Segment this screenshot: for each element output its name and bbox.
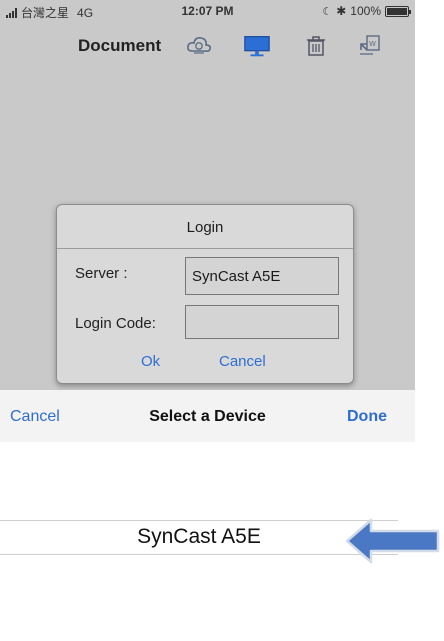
svg-text:W: W bbox=[369, 40, 376, 48]
location-icon: ☾ bbox=[322, 5, 333, 18]
server-value: SynCast A5E bbox=[192, 267, 281, 285]
server-label: Server : bbox=[75, 265, 128, 282]
page-title: Document bbox=[78, 36, 162, 55]
login-dialog: Login Server : SynCast A5E Login Code: O… bbox=[56, 204, 354, 384]
cloud-icon[interactable] bbox=[185, 33, 213, 59]
battery-percent: 100% bbox=[350, 4, 381, 18]
trash-icon[interactable] bbox=[302, 33, 330, 59]
status-right: ☾ ✱ 100% bbox=[322, 4, 411, 18]
export-icon[interactable]: W bbox=[356, 33, 384, 59]
app-background: 台灣之星 4G 12:07 PM ☾ ✱ 100% Document W Log… bbox=[0, 0, 415, 390]
battery-icon bbox=[385, 5, 411, 17]
dialog-cancel-button[interactable]: Cancel bbox=[219, 353, 266, 370]
login-code-label: Login Code: bbox=[75, 315, 156, 332]
nav-bar: Document W bbox=[0, 24, 415, 68]
picker-selection-bottom bbox=[0, 554, 398, 555]
picker-row-selected[interactable]: SynCast A5E bbox=[0, 520, 398, 554]
login-title: Login bbox=[186, 219, 224, 236]
status-bar: 台灣之星 4G 12:07 PM ☾ ✱ 100% bbox=[0, 0, 415, 22]
done-button[interactable]: Done bbox=[347, 408, 387, 426]
picker-toolbar: Cancel Select a Device Done bbox=[0, 390, 415, 442]
left-arrow-icon bbox=[345, 518, 440, 564]
dialog-divider bbox=[57, 248, 353, 249]
login-code-field[interactable] bbox=[185, 305, 339, 339]
bluetooth-icon: ✱ bbox=[336, 4, 347, 18]
server-field[interactable]: SynCast A5E bbox=[185, 257, 339, 295]
monitor-icon[interactable] bbox=[243, 33, 271, 59]
ok-button[interactable]: Ok bbox=[141, 353, 160, 370]
